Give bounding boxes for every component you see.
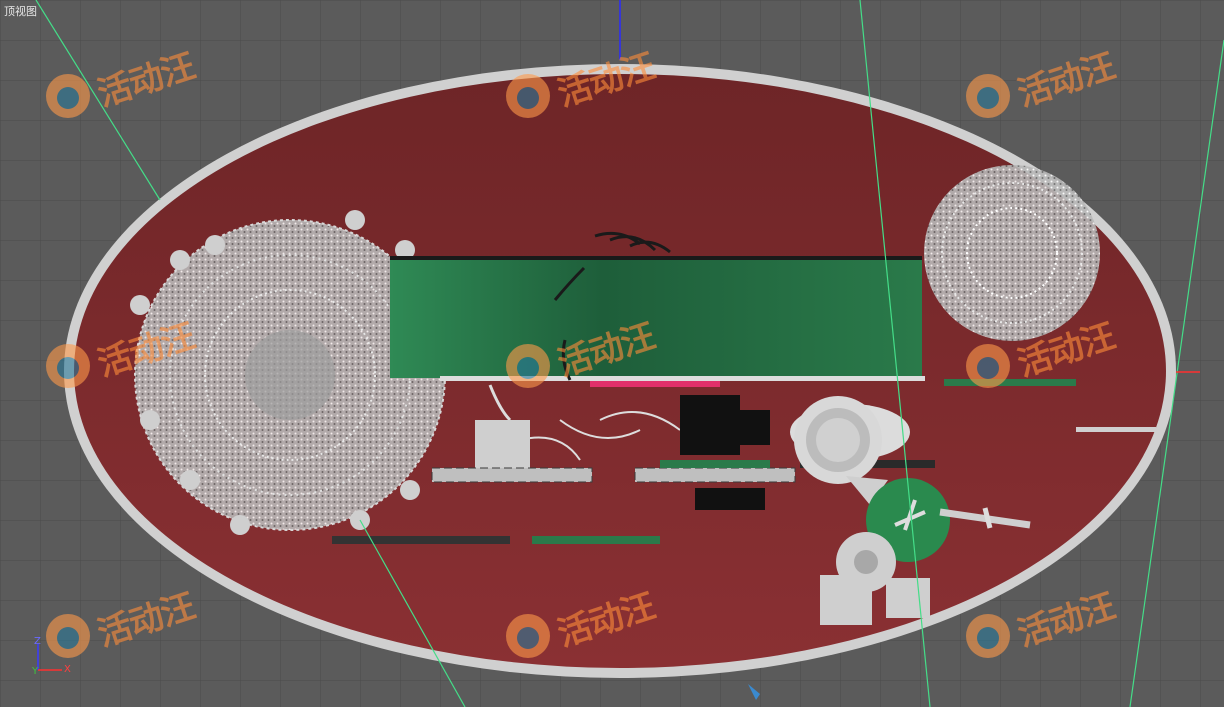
watermark-logo: 活动汪 [500, 316, 660, 410]
light-box-3[interactable] [886, 578, 930, 618]
watermark-logo: 活动汪 [960, 586, 1120, 680]
view-label: 顶视图 [4, 5, 37, 18]
axis-x-label: X [64, 664, 71, 675]
watermark-logo: 活动汪 [40, 46, 200, 140]
watermark-logo: 活动汪 [40, 316, 200, 410]
light-box-1[interactable] [475, 420, 530, 470]
tree-cluster-right[interactable] [924, 165, 1100, 341]
axis-z-label: Z [34, 636, 41, 647]
axis-gizmo: Z X Y [28, 636, 78, 680]
watermark-logo: 活动汪 [960, 316, 1120, 410]
watermark-logo: 活动汪 [960, 46, 1120, 140]
watermark-logo: 活动汪 [500, 586, 660, 680]
grey-turntable[interactable] [836, 532, 896, 592]
top-viewport[interactable]: 顶视图 活动汪 活动汪 活动汪 活动汪 活动汪 活动汪 活动汪 活动汪 活动汪 [0, 0, 1224, 707]
watermark-logo: 活动汪 [500, 46, 660, 140]
axis-y-label: Y [32, 666, 39, 677]
